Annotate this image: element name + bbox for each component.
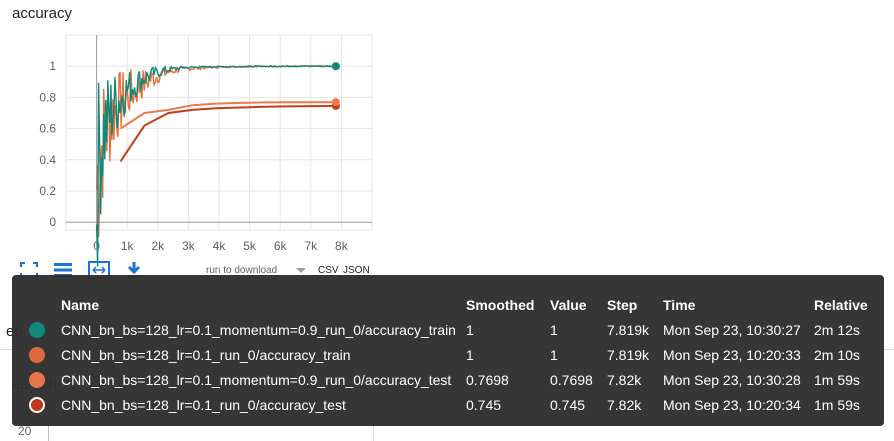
tooltip-relative-cell: 2m 10s [814,346,860,363]
x-tick-label: 6k [274,239,288,253]
x-tick-label: 1k [121,239,135,253]
tooltip-name-cell: CNN_bn_bs=128_lr=0.1_momentum=0.9_run_0/… [61,321,456,338]
series-color-dot [29,397,45,414]
y-tick-label: 0.6 [39,122,56,136]
x-tick-label: 2k [151,239,165,253]
accuracy-chart[interactable]: 0 1k 2k 3k 4k 5k 6k 7k 8k00.20.40.60.81 [0,0,894,270]
x-tick-label: 8k [335,239,349,253]
tooltip-step-cell: 7.82k [607,371,642,388]
y-tick-label: 0 [49,215,56,229]
series-color-dot [29,372,45,389]
tooltip-header-time: Time [663,297,696,313]
series-endpoint-marker [331,98,340,107]
y-tick-label: 1 [49,59,56,73]
tooltip-time-cell: Mon Sep 23, 10:20:33 [663,346,801,363]
tooltip-name-cell: CNN_bn_bs=128_lr=0.1_momentum=0.9_run_0/… [61,371,452,388]
tooltip-smoothed-cell: 1 [466,321,474,338]
series-color-cell [12,392,61,417]
x-tick-label: 3k [182,239,196,253]
tooltip-table: Name Smoothed Value Step Time Relative C… [12,293,874,417]
tooltip-header-row: Name Smoothed Value Step Time Relative [12,293,874,317]
tooltip-time-cell: Mon Sep 23, 10:30:27 [663,321,801,338]
tooltip-relative-cell: 1m 59s [814,396,860,413]
tooltip-header-color [12,293,61,317]
tooltip-value-cell: 1 [550,346,558,363]
tooltip-row: CNN_bn_bs=128_lr=0.1_momentum=0.9_run_0/… [12,317,874,342]
tooltip-row: CNN_bn_bs=128_lr=0.1_run_0/accuracy_test… [12,392,874,417]
series-color-dot [29,347,45,364]
tooltip-row: CNN_bn_bs=128_lr=0.1_momentum=0.9_run_0/… [12,367,874,392]
tooltip-value-cell: 0.745 [550,396,586,413]
tooltip-smoothed-cell: 0.7698 [466,371,509,388]
tooltip-step-cell: 7.819k [607,346,650,363]
tooltip-header-step: Step [607,297,638,313]
tooltip-header-name: Name [61,297,100,313]
y-tick-label: 0.8 [39,90,56,104]
tooltip-header-value: Value [550,297,587,313]
tooltip-header-relative: Relative [814,297,868,313]
y-tick-label: 0.4 [39,153,56,167]
x-tick-label: 7k [304,239,318,253]
tooltip-smoothed-cell: 0.745 [466,396,502,413]
y-tick-label: 0.2 [39,184,56,198]
series-color-cell [12,317,61,342]
tooltip-relative-cell: 1m 59s [814,371,860,388]
tooltip-value-cell: 1 [550,321,558,338]
tooltip-row: CNN_bn_bs=128_lr=0.1_run_0/accuracy_trai… [12,342,874,367]
tooltip-smoothed-cell: 1 [466,346,474,363]
tooltip-name-cell: CNN_bn_bs=128_lr=0.1_run_0/accuracy_trai… [61,346,351,363]
x-tick-label: 4k [213,239,227,253]
tooltip-relative-cell: 2m 12s [814,321,860,338]
tooltip-value-cell: 0.7698 [550,371,593,388]
tooltip-step-cell: 7.82k [607,396,642,413]
series-line [119,105,336,162]
x-tick-label: 5k [243,239,257,253]
tooltip-header-smoothed: Smoothed [466,297,535,313]
tooltip-step-cell: 7.819k [607,321,650,338]
series-color-cell [12,367,61,392]
tooltip-name-cell: CNN_bn_bs=128_lr=0.1_run_0/accuracy_test [61,396,346,413]
chevron-down-icon [296,268,306,273]
series-endpoint-marker [331,62,340,71]
tooltip-time-cell: Mon Sep 23, 10:20:34 [663,396,801,413]
chart-tooltip: Name Smoothed Value Step Time Relative C… [12,275,884,426]
series-color-cell [12,342,61,367]
series-color-dot [29,322,45,339]
tooltip-time-cell: Mon Sep 23, 10:30:28 [663,371,801,388]
